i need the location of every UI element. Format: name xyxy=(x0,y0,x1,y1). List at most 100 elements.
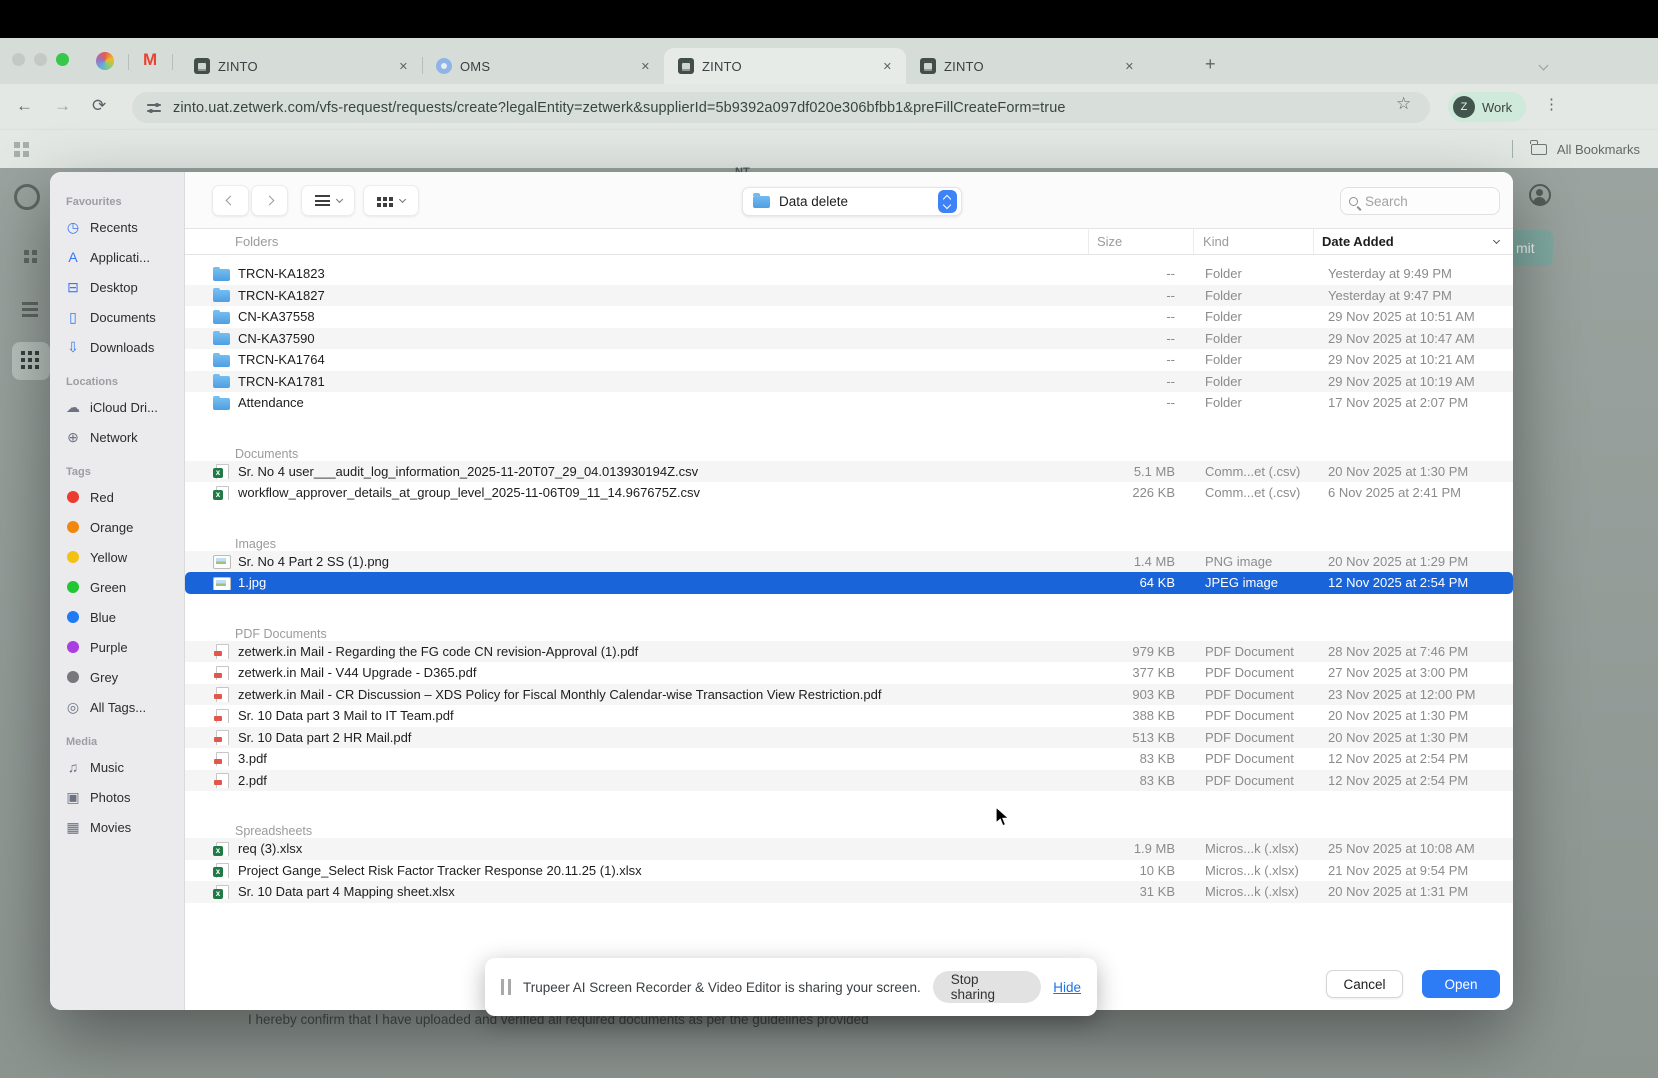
file-row[interactable]: 2.pdf83 KBPDF Document12 Nov 2025 at 2:5… xyxy=(185,770,1513,792)
window-controls[interactable] xyxy=(12,53,69,66)
file-row[interactable]: TRCN-KA1823--FolderYesterday at 9:49 PM xyxy=(185,263,1513,285)
close-window-icon[interactable] xyxy=(12,53,25,66)
file-row[interactable]: zetwerk.in Mail - CR Discussion – XDS Po… xyxy=(185,684,1513,706)
hamburger-menu-icon[interactable] xyxy=(22,302,38,305)
forward-icon[interactable]: → xyxy=(54,96,71,116)
tab-groups-icon[interactable] xyxy=(14,142,20,148)
sidebar-item-red[interactable]: Red xyxy=(64,482,184,512)
csv-file-icon xyxy=(213,464,230,478)
file-row[interactable]: TRCN-KA1764--Folder29 Nov 2025 at 10:21 … xyxy=(185,349,1513,371)
file-row[interactable]: Sr. 10 Data part 2 HR Mail.pdf513 KBPDF … xyxy=(185,727,1513,749)
sidebar-item-icloud-dri[interactable]: ☁iCloud Dri... xyxy=(64,392,184,422)
browser-tab-strip: M ZINTO✕OMS✕ZINTO✕ZINTO✕ + xyxy=(0,38,1658,84)
tab-close-icon[interactable]: ✕ xyxy=(1121,58,1138,75)
hide-link[interactable]: Hide xyxy=(1053,980,1081,995)
file-row[interactable]: Sr. No 4 user___audit_log_information_20… xyxy=(185,461,1513,483)
site-settings-icon[interactable] xyxy=(147,103,161,113)
url-text[interactable]: zinto.uat.zetwerk.com/vfs-request/reques… xyxy=(173,100,1066,116)
sidebar-item-orange[interactable]: Orange xyxy=(64,512,184,542)
sidebar-item-movies[interactable]: ▦Movies xyxy=(64,812,184,842)
cancel-button[interactable]: Cancel xyxy=(1326,970,1403,998)
file-name: TRCN-KA1764 xyxy=(238,352,325,367)
stop-sharing-button[interactable]: Stop sharing xyxy=(933,971,1042,1003)
file-name: Sr. 10 Data part 2 HR Mail.pdf xyxy=(238,730,411,745)
file-row[interactable]: zetwerk.in Mail - V44 Upgrade - D365.pdf… xyxy=(185,662,1513,684)
file-row[interactable]: 1.jpg64 KBJPEG image12 Nov 2025 at 2:54 … xyxy=(185,572,1513,594)
sidebar-item-green[interactable]: Green xyxy=(64,572,184,602)
sidebar-item-photos[interactable]: ▣Photos xyxy=(64,782,184,812)
file-row[interactable]: Attendance--Folder17 Nov 2025 at 2:07 PM xyxy=(185,392,1513,414)
zoom-window-icon[interactable] xyxy=(56,53,69,66)
file-name-cell: TRCN-KA1764 xyxy=(185,352,1088,367)
file-row[interactable]: Project Gange_Select Risk Factor Tracker… xyxy=(185,860,1513,882)
reload-icon[interactable]: ⟳ xyxy=(92,96,106,116)
sidebar-item-label: Network xyxy=(90,430,138,445)
all-bookmarks[interactable]: All Bookmarks xyxy=(1512,130,1640,168)
file-row[interactable]: TRCN-KA1781--Folder29 Nov 2025 at 10:19 … xyxy=(185,371,1513,393)
app-grid-icon[interactable] xyxy=(24,250,29,255)
browser-tab[interactable]: OMS✕ xyxy=(422,48,664,84)
gmail-pinned-tab-icon[interactable]: M xyxy=(143,50,157,70)
browser-tab[interactable]: ZINTO✕ xyxy=(180,48,422,84)
profile-chip[interactable]: Z Work xyxy=(1448,92,1526,122)
column-header-date-added[interactable]: Date Added xyxy=(1313,229,1513,254)
file-row[interactable]: Sr. No 4 Part 2 SS (1).png1.4 MBPNG imag… xyxy=(185,551,1513,573)
file-row[interactable]: Sr. 10 Data part 3 Mail to IT Team.pdf38… xyxy=(185,705,1513,727)
group-view-button[interactable] xyxy=(363,185,419,216)
user-account-icon[interactable] xyxy=(1529,184,1551,206)
file-row[interactable]: CN-KA37590--Folder29 Nov 2025 at 10:47 A… xyxy=(185,328,1513,350)
browser-tab[interactable]: ZINTO✕ xyxy=(906,48,1148,84)
sidebar-item-network[interactable]: ⊕Network xyxy=(64,422,184,452)
location-dropdown[interactable]: Data delete xyxy=(742,187,962,216)
music-icon: ♫ xyxy=(64,759,82,775)
url-bar[interactable]: zinto.uat.zetwerk.com/vfs-request/reques… xyxy=(132,92,1430,123)
file-row[interactable]: CN-KA37558--Folder29 Nov 2025 at 10:51 A… xyxy=(185,306,1513,328)
file-date-added: 28 Nov 2025 at 7:46 PM xyxy=(1313,644,1513,659)
dialog-back-button[interactable] xyxy=(212,185,249,216)
pdf-file-icon xyxy=(213,644,230,658)
dialog-forward-button[interactable] xyxy=(251,185,288,216)
column-header-kind[interactable]: Kind xyxy=(1193,229,1313,254)
active-nav-tile[interactable] xyxy=(12,342,50,380)
tab-search-icon[interactable] xyxy=(1540,56,1547,74)
search-field[interactable] xyxy=(1340,187,1500,215)
file-row[interactable]: workflow_approver_details_at_group_level… xyxy=(185,482,1513,504)
file-date-added: 12 Nov 2025 at 2:54 PM xyxy=(1313,575,1513,590)
sidebar-item-all-tags[interactable]: ◎All Tags... xyxy=(64,692,184,722)
sidebar-item-label: iCloud Dri... xyxy=(90,400,158,415)
sidebar-item-yellow[interactable]: Yellow xyxy=(64,542,184,572)
tab-close-icon[interactable]: ✕ xyxy=(879,58,896,75)
sidebar-item-blue[interactable]: Blue xyxy=(64,602,184,632)
extension-icon[interactable] xyxy=(96,52,114,70)
sidebar-item-desktop[interactable]: ⊟Desktop xyxy=(64,272,184,302)
file-row[interactable]: TRCN-KA1827--FolderYesterday at 9:47 PM xyxy=(185,285,1513,307)
dropdown-stepper-icon[interactable] xyxy=(938,190,957,213)
sidebar-item-purple[interactable]: Purple xyxy=(64,632,184,662)
tab-close-icon[interactable]: ✕ xyxy=(395,58,412,75)
submit-button-partial[interactable]: mit xyxy=(1508,230,1553,266)
column-header-size[interactable]: Size xyxy=(1088,229,1193,254)
browser-menu-icon[interactable]: ⋮ xyxy=(1544,95,1559,113)
sidebar-item-grey[interactable]: Grey xyxy=(64,662,184,692)
sidebar-item-downloads[interactable]: ⇩Downloads xyxy=(64,332,184,362)
minimize-window-icon[interactable] xyxy=(34,53,47,66)
bookmark-star-icon[interactable]: ☆ xyxy=(1396,94,1411,114)
browser-tab[interactable]: ZINTO✕ xyxy=(664,48,906,84)
divider xyxy=(128,54,129,70)
open-button[interactable]: Open xyxy=(1422,970,1500,998)
file-row[interactable]: req (3).xlsx1.9 MBMicros...k (.xlsx)25 N… xyxy=(185,838,1513,860)
file-row[interactable]: Sr. 10 Data part 4 Mapping sheet.xlsx31 … xyxy=(185,881,1513,903)
tab-close-icon[interactable]: ✕ xyxy=(637,58,654,75)
sidebar-item-music[interactable]: ♫Music xyxy=(64,752,184,782)
file-kind: Folder xyxy=(1193,395,1313,410)
sidebar-item-recents[interactable]: ◷Recents xyxy=(64,212,184,242)
file-row[interactable]: zetwerk.in Mail - Regarding the FG code … xyxy=(185,641,1513,663)
back-icon[interactable]: ← xyxy=(16,96,33,116)
sidebar-item-documents[interactable]: ▯Documents xyxy=(64,302,184,332)
new-tab-button[interactable]: + xyxy=(1205,54,1216,75)
search-input[interactable] xyxy=(1365,194,1475,209)
sidebar-item-applicati[interactable]: AApplicati... xyxy=(64,242,184,272)
alltags-icon: ◎ xyxy=(64,699,82,716)
file-row[interactable]: 3.pdf83 KBPDF Document12 Nov 2025 at 2:5… xyxy=(185,748,1513,770)
list-view-button[interactable] xyxy=(301,185,355,216)
